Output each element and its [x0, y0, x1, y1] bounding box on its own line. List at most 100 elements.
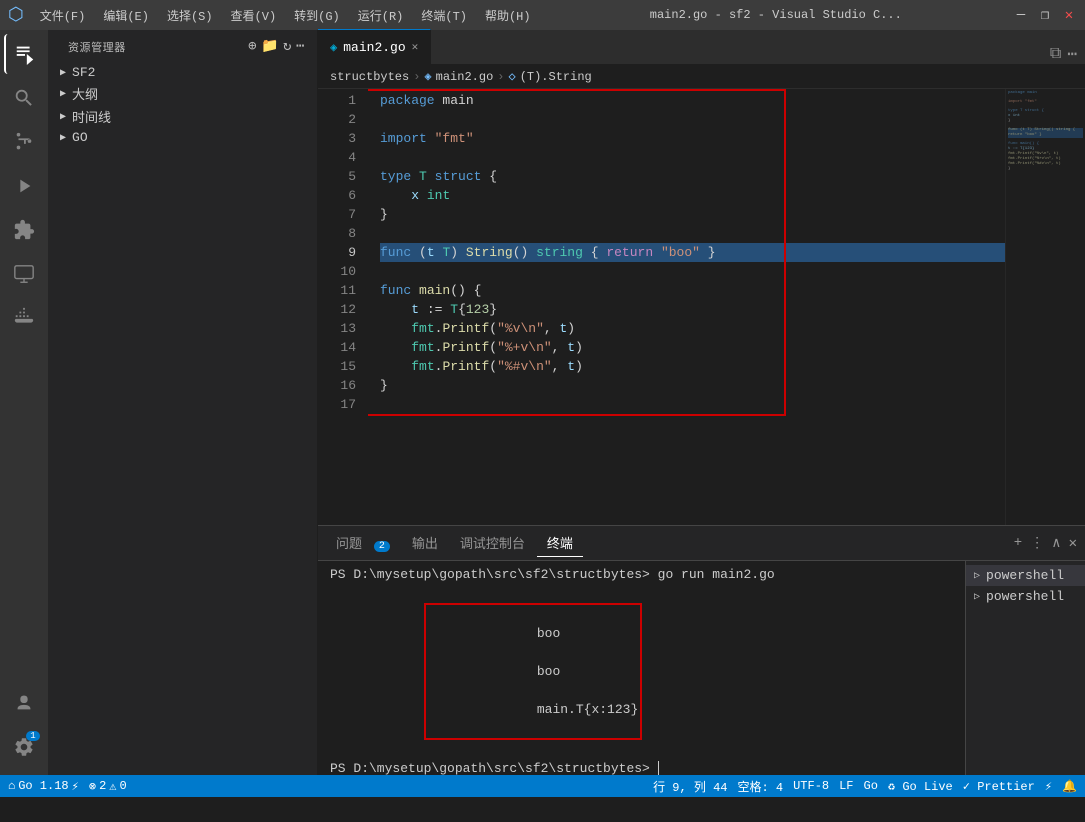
editor-area: ◈ main2.go ✕ ⧉ ⋯ structbytes › ◈ main2.g… [318, 30, 1085, 775]
ps-arrow-2: ▷ [974, 591, 980, 603]
activity-account[interactable] [4, 683, 44, 723]
activity-bar: 1 [0, 30, 48, 775]
tab-close-button[interactable]: ✕ [412, 40, 419, 54]
sidebar-header: 资源管理器 ⊕ 📁 ↻ ⋯ [48, 30, 317, 59]
refresh-button[interactable]: ↻ [283, 38, 292, 55]
menu-help[interactable]: 帮助(H) [477, 5, 539, 26]
maximize-panel-button[interactable]: ∧ [1052, 535, 1060, 552]
menu-goto[interactable]: 转到(G) [286, 5, 348, 26]
activity-run-debug[interactable] [4, 166, 44, 206]
terminal-line-3: boo [537, 664, 560, 679]
tab-main2-go[interactable]: ◈ main2.go ✕ [318, 29, 431, 64]
restore-button[interactable]: ❐ [1037, 7, 1053, 23]
code-line-16: } [380, 376, 1005, 395]
breadcrumb-symbol-icon: ◇ [508, 69, 515, 84]
close-button[interactable]: ✕ [1061, 7, 1077, 23]
sidebar-header-actions: ⊕ 📁 ↻ ⋯ [248, 38, 305, 55]
terminal-output-highlighted: boo boo main.T{x:123} [424, 603, 643, 740]
terminal-content[interactable]: PS D:\mysetup\gopath\src\sf2\structbytes… [318, 561, 965, 775]
terminal-line-2: boo [537, 626, 560, 641]
menu-run[interactable]: 运行(R) [350, 5, 412, 26]
activity-source-control[interactable] [4, 122, 44, 162]
tab-label-main2-go: main2.go [343, 40, 405, 55]
sidebar-title: 资源管理器 [68, 39, 126, 55]
minimize-button[interactable]: — [1013, 7, 1029, 23]
line-ending[interactable]: LF [839, 779, 853, 793]
more-actions-button[interactable]: ⋯ [1067, 44, 1077, 64]
breadcrumb-t-string[interactable]: (T).String [520, 70, 592, 84]
indent[interactable]: 空格: 4 [737, 778, 783, 795]
code-line-5: type T struct { [380, 167, 1005, 186]
activity-docker[interactable] [4, 298, 44, 338]
panel-tab-debug-console-label: 调试控制台 [460, 537, 525, 552]
new-file-button[interactable]: ⊕ [248, 38, 257, 55]
code-editor[interactable]: 12345 678910 1112131415 1617 package mai… [318, 89, 1085, 525]
activity-search[interactable] [4, 78, 44, 118]
split-terminal-button[interactable]: ⋮ [1030, 535, 1044, 552]
activity-explorer[interactable] [4, 34, 44, 74]
code-line-17 [380, 395, 1005, 414]
terminal-line-5: PS D:\mysetup\gopath\src\sf2\structbytes… [330, 759, 953, 775]
panel-sidebar-label-1: powershell [986, 568, 1064, 583]
new-terminal-button[interactable]: + [1014, 535, 1022, 552]
panel-tab-debug-console[interactable]: 调试控制台 [450, 529, 535, 557]
sidebar-item-sf2[interactable]: ▶ SF2 [48, 63, 317, 82]
language-mode[interactable]: Go [864, 779, 878, 793]
breadcrumb-structbytes[interactable]: structbytes [330, 70, 409, 84]
new-folder-button[interactable]: 📁 [261, 38, 279, 55]
menu-select[interactable]: 选择(S) [159, 5, 221, 26]
panel-tab-terminal[interactable]: 终端 [537, 529, 583, 557]
sidebar-item-go[interactable]: ▶ GO [48, 128, 317, 147]
panel-tabs: 问题 2 输出 调试控制台 终端 + ⋮ ∧ ✕ [318, 526, 1085, 561]
sidebar-item-label-timeline: 时间线 [72, 107, 111, 126]
menu-terminal[interactable]: 终端(T) [413, 5, 475, 26]
window-title: main2.go - sf2 - Visual Studio C... [547, 8, 1005, 22]
sidebar-item-label-outline: 大纲 [72, 84, 98, 103]
close-panel-button[interactable]: ✕ [1069, 535, 1077, 552]
code-content[interactable]: package main import "fmt" type T struct … [368, 89, 1005, 525]
minimap: package main import "fmt" type T struct … [1005, 89, 1085, 525]
breadcrumb-main2go[interactable]: main2.go [436, 70, 494, 84]
tree-arrow-timeline: ▶ [60, 111, 66, 123]
code-line-3: import "fmt" [380, 129, 1005, 148]
sidebar-item-timeline[interactable]: ▶ 时间线 [48, 105, 317, 128]
format-button[interactable]: ⚡ [1045, 779, 1052, 794]
terminal-output-group: boo boo main.T{x:123} [330, 584, 953, 759]
menu-edit[interactable]: 编辑(E) [95, 5, 157, 26]
sidebar-item-label-go: GO [72, 130, 88, 145]
errors-warnings[interactable]: ⊗ 2 ⚠ 0 [89, 779, 127, 794]
split-editor-button[interactable]: ⧉ [1050, 45, 1061, 63]
activity-extensions[interactable] [4, 210, 44, 250]
minimap-content: package main import "fmt" type T struct … [1006, 89, 1085, 174]
go-live[interactable]: ♻ Go Live [888, 779, 953, 794]
activity-bar-bottom: 1 [4, 683, 44, 775]
menu-view[interactable]: 查看(V) [223, 5, 285, 26]
panel-tab-output[interactable]: 输出 [402, 529, 448, 557]
menu-bar-inline: 文件(F) 编辑(E) 选择(S) 查看(V) 转到(G) 运行(R) 终端(T… [32, 5, 539, 26]
lightning-icon: ⚡ [72, 779, 79, 794]
code-line-2 [380, 110, 1005, 129]
sidebar-item-outline[interactable]: ▶ 大纲 [48, 82, 317, 105]
prettier[interactable]: ✓ Prettier [963, 779, 1035, 794]
sidebar-tree: ▶ SF2 ▶ 大纲 ▶ 时间线 ▶ GO [48, 59, 317, 775]
status-bar: ⌂ Go 1.18 ⚡ ⊗ 2 ⚠ 0 行 9, 列 44 空格: 4 UTF-… [0, 775, 1085, 797]
code-line-6: x int [380, 186, 1005, 205]
terminal-line-1: PS D:\mysetup\gopath\src\sf2\structbytes… [330, 565, 953, 584]
activity-remote-explorer[interactable] [4, 254, 44, 294]
activity-settings[interactable]: 1 [4, 727, 44, 767]
menu-file[interactable]: 文件(F) [32, 5, 94, 26]
panel-tab-problems[interactable]: 问题 2 [326, 529, 400, 557]
tree-arrow-sf2: ▶ [60, 67, 66, 79]
encoding[interactable]: UTF-8 [793, 779, 829, 793]
breadcrumb: structbytes › ◈ main2.go › ◇ (T).String [318, 65, 1085, 89]
line-numbers: 12345 678910 1112131415 1617 [318, 89, 368, 525]
collapse-all-button[interactable]: ⋯ [296, 38, 305, 55]
cursor-position[interactable]: 行 9, 列 44 [653, 778, 727, 795]
ps-arrow-1: ▷ [974, 570, 980, 582]
code-line-12: t := T{123} [380, 300, 1005, 319]
panel-sidebar-powershell-2[interactable]: ▷ powershell [966, 586, 1085, 607]
panel-sidebar-powershell-1[interactable]: ▷ powershell [966, 565, 1085, 586]
notifications-button[interactable]: 🔔 [1062, 779, 1077, 794]
remote-indicator[interactable]: ⌂ Go 1.18 ⚡ [8, 779, 79, 794]
sidebar: 资源管理器 ⊕ 📁 ↻ ⋯ ▶ SF2 ▶ 大纲 ▶ 时间线 ▶ [48, 30, 318, 775]
